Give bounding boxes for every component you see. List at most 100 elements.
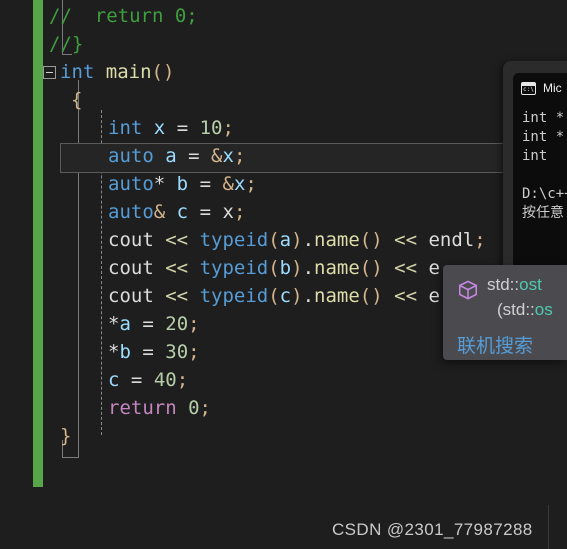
code-line[interactable]: int main()	[60, 58, 174, 86]
code-token: 10	[199, 117, 223, 139]
code-token: cout	[108, 257, 154, 279]
tooltip-ns-1: std::	[487, 275, 520, 294]
code-token: .	[302, 229, 315, 251]
code-token: b	[119, 341, 131, 363]
code-token: ;	[233, 145, 246, 167]
code-token: cout	[108, 285, 154, 307]
code-token: auto	[108, 173, 154, 195]
code-token: )	[291, 285, 303, 307]
code-token: ;	[222, 117, 234, 139]
console-output-area[interactable]: int * int * int D:\c++ 按任意	[513, 103, 567, 276]
code-line[interactable]: auto a = &x;	[108, 142, 245, 170]
code-token: }	[60, 425, 72, 447]
code-token: <<	[165, 257, 189, 279]
code-line[interactable]: cout << typeid(a).name() << endl;	[108, 226, 486, 254]
cube-icon	[458, 280, 478, 300]
code-token: =	[199, 173, 212, 195]
code-token: ;	[474, 229, 486, 251]
code-token: ;	[176, 369, 189, 391]
console-title-bar[interactable]: Mic	[513, 73, 567, 103]
code-line[interactable]: {	[71, 86, 82, 114]
code-line[interactable]: *b = 30;	[108, 338, 200, 366]
code-token: ;	[199, 397, 211, 419]
code-token: e	[428, 285, 440, 307]
console-output-line: int	[522, 148, 548, 164]
code-token: *	[153, 173, 166, 195]
code-token: .	[302, 257, 315, 279]
code-token: c	[108, 369, 120, 391]
code-token: &	[153, 201, 166, 223]
tooltip-type-2: os	[534, 300, 553, 319]
code-line[interactable]: //}	[49, 30, 83, 58]
code-token: x	[222, 145, 234, 167]
code-token: 20	[165, 313, 189, 335]
image-seam	[548, 505, 549, 549]
code-token: =	[142, 341, 154, 363]
cmd-prompt-icon	[521, 81, 536, 95]
code-line[interactable]: c = 40;	[108, 366, 188, 394]
code-token: <<	[394, 229, 418, 251]
intellisense-tooltip[interactable]: std::ost (std::os 联机搜索	[443, 265, 567, 360]
code-token: ()	[359, 229, 383, 251]
code-token: return	[108, 397, 177, 419]
code-token: &	[222, 173, 234, 195]
console-output-line: int *	[522, 110, 565, 126]
code-token: &	[211, 145, 223, 167]
code-token: *	[108, 313, 120, 335]
code-line[interactable]: }	[60, 422, 71, 450]
code-line[interactable]: // return 0;	[49, 2, 198, 30]
code-token: e	[428, 257, 440, 279]
code-token: b	[176, 173, 189, 195]
code-token: x	[222, 201, 234, 223]
code-token: cout	[108, 229, 154, 251]
code-token: ()	[359, 257, 383, 279]
code-line[interactable]: return 0;	[108, 394, 211, 422]
csdn-watermark: CSDN @2301_77987288	[332, 520, 533, 539]
code-token: <<	[165, 229, 189, 251]
online-search-link[interactable]: 联机搜索	[457, 331, 533, 358]
console-output-line: 按任意	[522, 205, 564, 221]
code-token: ;	[233, 201, 246, 223]
code-token: a	[165, 145, 177, 167]
code-line[interactable]: int x = 10;	[108, 114, 234, 142]
code-line[interactable]: cout << typeid(c).name() << e	[108, 282, 440, 310]
console-title-label: Mic	[543, 81, 562, 95]
code-token: int	[108, 117, 143, 139]
code-line[interactable]: *a = 20;	[108, 310, 200, 338]
tooltip-type-1: ost	[519, 275, 542, 294]
code-token: )	[291, 257, 303, 279]
code-token: (	[268, 257, 280, 279]
code-token: a	[119, 313, 131, 335]
code-token: x	[153, 117, 166, 139]
code-token: {	[71, 89, 83, 111]
code-line[interactable]: auto& c = x;	[108, 198, 245, 226]
debug-console-window[interactable]: Mic int * int * int D:\c++ 按任意	[503, 61, 567, 276]
code-token: ;	[245, 173, 257, 195]
code-token: =	[176, 117, 189, 139]
code-token: name	[314, 285, 360, 307]
code-token: x	[233, 173, 246, 195]
code-token: .	[302, 285, 315, 307]
console-output-line: int *	[522, 129, 565, 145]
code-line[interactable]: auto* b = &x;	[108, 170, 257, 198]
code-token: =	[130, 369, 143, 391]
code-token: name	[314, 257, 360, 279]
code-line[interactable]: cout << typeid(b).name() << e	[108, 254, 440, 282]
